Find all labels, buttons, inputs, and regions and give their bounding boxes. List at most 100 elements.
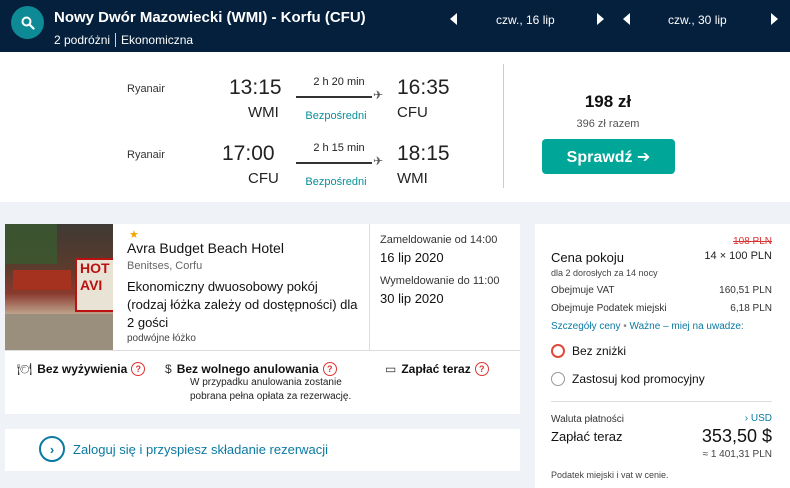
- arrival-airport: CFU: [397, 104, 428, 121]
- old-price: 108 PLN: [733, 236, 772, 247]
- vat-value: 160,51 PLN: [719, 285, 772, 296]
- bed-type: podwójne łóżko: [127, 333, 196, 344]
- cancellation-label: Bez wolnego anulowania: [176, 362, 319, 376]
- city-tax-value: 6,18 PLN: [730, 303, 772, 314]
- airline-name: Ryanair: [127, 149, 165, 161]
- tax-note: Podatek miejski i vat w cenie.: [551, 470, 669, 480]
- no-refund-icon: $: [165, 362, 172, 376]
- cutlery-icon: 🍽: [17, 362, 33, 376]
- divider: [5, 350, 520, 351]
- price-details-link[interactable]: Szczegóły ceny: [551, 321, 620, 332]
- login-banner[interactable]: › Zaloguj się i przyspiesz składanie rez…: [5, 429, 520, 471]
- stops-info: Bezpośredni: [305, 176, 367, 188]
- checkin-label: Zameldowanie od 14:00: [380, 234, 498, 246]
- flight-price: 198 zł: [584, 92, 632, 111]
- currency-label: Waluta płatności: [551, 414, 624, 425]
- search-summary[interactable]: 2 podróżni Ekonomiczna: [54, 33, 193, 47]
- checkin-date: 16 lip 2020: [380, 250, 444, 265]
- no-discount-label: Bez zniżki: [572, 344, 627, 358]
- plane-icon: ✈: [373, 88, 384, 102]
- payment-feature: ▭ Zapłać teraz ?: [385, 362, 489, 376]
- hotel-name[interactable]: Avra Budget Beach Hotel: [127, 240, 284, 256]
- hotel-location: Benitses, Corfu: [127, 260, 203, 272]
- arrival-time: 16:35: [397, 76, 450, 99]
- plane-icon: ✈: [373, 154, 384, 168]
- airline-name: Ryanair: [127, 83, 165, 95]
- search-header: Nowy Dwór Mazowiecki (WMI) - Korfu (CFU)…: [0, 0, 790, 52]
- hotel-photo[interactable]: HOT AVI: [5, 224, 113, 350]
- arrival-time: 18:15: [397, 142, 450, 165]
- cancellation-note: W przypadku anulowania zostanie pobrana …: [190, 377, 352, 402]
- divider: [503, 64, 504, 188]
- prev-depart-date-icon[interactable]: [450, 13, 457, 25]
- room-price-label: Cena pokoju: [551, 250, 624, 265]
- pay-now-amount: 353,50 $: [701, 426, 772, 446]
- radio-icon[interactable]: [551, 372, 565, 386]
- departure-time: 17:00: [222, 142, 275, 165]
- city-tax-row: Obejmuje Podatek miejski 6,18 PLN: [551, 303, 772, 314]
- vat-row: Obejmuje VAT 160,51 PLN: [551, 285, 772, 296]
- stops-info: Bezpośredni: [305, 110, 367, 122]
- divider: [551, 401, 772, 402]
- depart-date[interactable]: czw., 16 lip: [496, 13, 555, 27]
- guests-nights: dla 2 dorosłych za 14 nocy: [551, 268, 658, 278]
- route-line: [296, 96, 372, 98]
- currency-selector[interactable]: › USD: [745, 413, 772, 424]
- depart-date-nav: [450, 9, 457, 29]
- help-icon[interactable]: ?: [131, 362, 146, 376]
- flight-price-total: 396 zł razem: [576, 118, 640, 130]
- radio-selected-icon[interactable]: [551, 344, 565, 358]
- prev-return-date-icon[interactable]: [623, 13, 630, 25]
- checkout-date: 30 lip 2020: [380, 291, 444, 306]
- checkout-label: Wymeldowanie do 11:00: [380, 275, 500, 287]
- sign-line: AVI: [80, 277, 103, 293]
- inbound-leg: Ryanair 17:00 CFU 2 h 15 min ✈ Bezpośred…: [0, 132, 500, 198]
- meal-feature: 🍽 Bez wyżywienia ?: [17, 362, 146, 376]
- no-discount-option[interactable]: Bez zniżki: [551, 344, 626, 358]
- return-date-nav: [623, 9, 630, 29]
- next-depart-date-icon[interactable]: [597, 13, 604, 25]
- flight-duration: 2 h 20 min: [313, 76, 365, 88]
- help-icon[interactable]: ?: [322, 362, 337, 376]
- route-title[interactable]: Nowy Dwór Mazowiecki (WMI) - Korfu (CFU): [54, 9, 366, 26]
- search-icon: [21, 16, 35, 30]
- nightly-price: 14 × 100 PLN: [704, 250, 772, 262]
- pay-now-pln: ≈ 1 401,31 PLN: [702, 449, 772, 460]
- arrival-airport: WMI: [397, 170, 428, 187]
- route-line: [296, 162, 372, 164]
- photo-hotel-sign: HOT AVI: [75, 258, 113, 312]
- promo-code-option[interactable]: Zastosuj kod promocyjny: [551, 372, 705, 386]
- photo-ground: [5, 314, 113, 350]
- flight-result-card[interactable]: Ryanair 13:15 WMI 2 h 20 min ✈ Bezpośred…: [0, 52, 790, 202]
- payment-label: Zapłać teraz: [401, 362, 471, 376]
- next-return-date-icon[interactable]: [771, 13, 778, 25]
- search-button[interactable]: [11, 6, 44, 39]
- pay-now-label: Zapłać teraz: [551, 429, 623, 444]
- vat-label: Obejmuje VAT: [551, 285, 615, 296]
- outbound-leg: Ryanair 13:15 WMI 2 h 20 min ✈ Bezpośred…: [0, 66, 500, 132]
- depart-date-nav-next: [597, 9, 604, 29]
- help-icon[interactable]: ?: [474, 362, 489, 376]
- wallet-icon: ▭: [385, 362, 397, 376]
- divider: [115, 33, 117, 47]
- meal-label: Bez wyżywienia: [37, 362, 128, 376]
- price-summary-panel: 108 PLN Cena pokoju 14 × 100 PLN dla 2 d…: [535, 224, 790, 488]
- departure-airport: CFU: [248, 170, 279, 187]
- flight-duration: 2 h 15 min: [313, 142, 365, 154]
- chevron-right-icon: ›: [39, 436, 65, 462]
- cabin-class: Ekonomiczna: [121, 33, 194, 47]
- price-links: Szczegóły ceny • Ważne – miej na uwadze:: [551, 321, 744, 332]
- login-link[interactable]: Zaloguj się i przyspiesz składanie rezer…: [73, 442, 328, 457]
- hotel-card[interactable]: HOT AVI ★ Avra Budget Beach Hotel Benits…: [5, 224, 520, 414]
- departure-time: 13:15: [229, 76, 282, 99]
- travellers-count: 2 podróżni: [54, 33, 111, 47]
- photo-awning: [13, 270, 71, 290]
- important-info-link[interactable]: Ważne – miej na uwadze:: [630, 321, 744, 332]
- departure-airport: WMI: [248, 104, 279, 121]
- return-date[interactable]: czw., 30 lip: [668, 13, 727, 27]
- sign-line: HOT: [80, 260, 110, 276]
- promo-code-label: Zastosuj kod promocyjny: [572, 372, 705, 386]
- photo-foliage: [5, 224, 57, 264]
- city-tax-label: Obejmuje Podatek miejski: [551, 303, 667, 314]
- check-flight-button[interactable]: Sprawdź ➔: [542, 139, 675, 174]
